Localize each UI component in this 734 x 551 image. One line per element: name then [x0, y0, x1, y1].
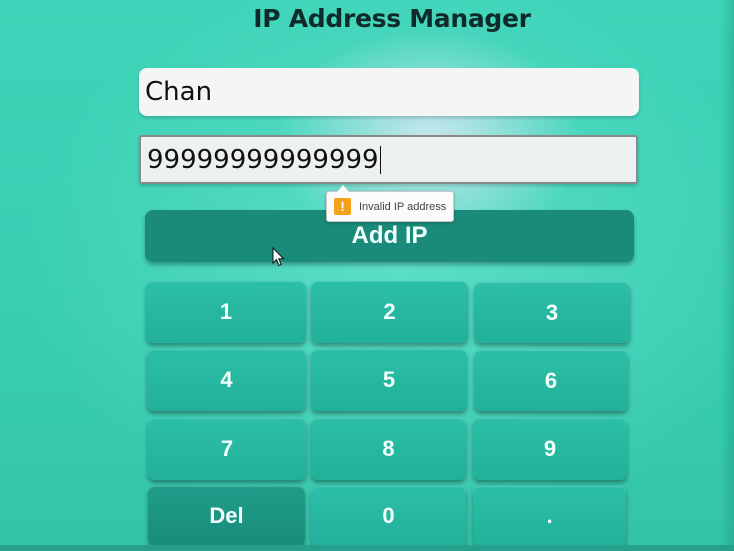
key-3[interactable]: 3 [474, 282, 630, 343]
bottom-edge [0, 545, 734, 551]
key-5[interactable]: 5 [311, 349, 467, 411]
key-delete[interactable]: Del [148, 486, 305, 546]
mouse-pointer-icon [272, 247, 285, 267]
validation-tooltip: ! Invalid IP address [326, 185, 455, 222]
key-decimal-point[interactable]: . [473, 486, 626, 546]
numeric-keypad: 1 2 3 4 5 6 7 8 9 Del 0 . [0, 0, 734, 551]
key-1[interactable]: 1 [146, 281, 306, 343]
key-7[interactable]: 7 [148, 418, 306, 480]
key-0[interactable]: 0 [311, 486, 466, 546]
key-9[interactable]: 9 [473, 418, 627, 480]
validation-message: Invalid IP address [359, 200, 447, 213]
key-4[interactable]: 4 [147, 349, 306, 411]
warning-icon: ! [334, 198, 351, 215]
key-6[interactable]: 6 [474, 350, 628, 411]
key-2[interactable]: 2 [311, 281, 468, 343]
key-8[interactable]: 8 [311, 418, 466, 480]
